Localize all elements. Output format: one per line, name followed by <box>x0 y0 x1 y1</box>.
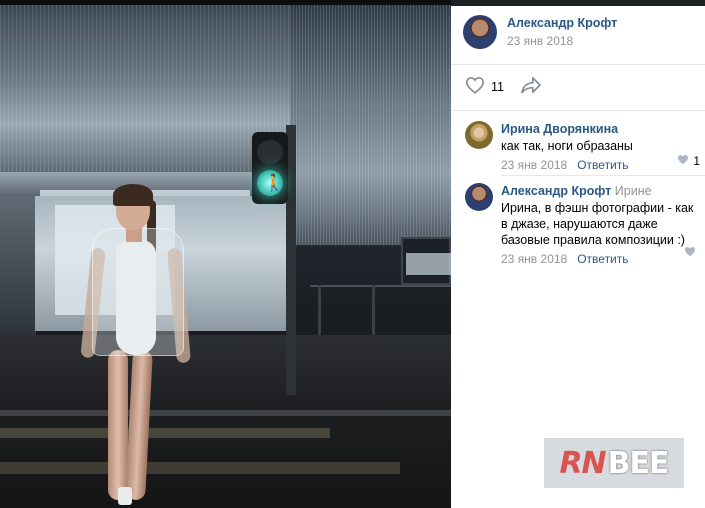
comment-meta: 23 янв 2018 Ответить <box>501 252 699 267</box>
heart-outline-icon <box>465 76 485 97</box>
post-sidebar: Александр Крофт 23 янв 2018 11 Ирина Дво… <box>451 0 705 508</box>
divider <box>451 64 705 65</box>
author-avatar[interactable] <box>463 15 497 49</box>
comment: Александр Крофт Ирине Ирина, в фэшн фото… <box>465 183 700 267</box>
photo-pillar <box>0 196 36 336</box>
model-leg <box>108 350 128 500</box>
post-photo[interactable]: 🚶 <box>0 0 451 508</box>
model-hair <box>113 184 153 206</box>
pedestrian-icon: 🚶 <box>264 175 284 192</box>
model-transparent-coat <box>92 228 184 356</box>
post-date[interactable]: 23 янв 2018 <box>507 33 617 49</box>
traffic-light-red-lamp <box>257 140 283 164</box>
watermark-part1: RN <box>559 445 606 481</box>
photo-curb <box>0 410 451 416</box>
author-name-link[interactable]: Александр Крофт <box>507 15 617 31</box>
comment-author-link[interactable]: Александр Крофт <box>501 184 611 198</box>
model-shoe <box>118 487 132 505</box>
heart-filled-icon <box>684 246 696 260</box>
watermark-logo: RN BEE <box>544 438 684 488</box>
like-count: 11 <box>491 79 504 94</box>
photo-street <box>0 335 451 508</box>
commenter-avatar[interactable] <box>465 183 493 211</box>
photo-sign-light <box>406 253 451 275</box>
commenter-avatar[interactable] <box>465 121 493 149</box>
reply-to-name[interactable]: Ирине <box>615 184 652 198</box>
share-arrow-icon <box>520 76 542 97</box>
comment: Ирина Дворянкина как так, ноги образаны … <box>465 121 700 173</box>
reply-link[interactable]: Ответить <box>577 158 628 173</box>
comment-like-count: 1 <box>693 154 700 168</box>
comment-like-button[interactable]: 1 <box>677 154 700 168</box>
post-author: Александр Крофт 23 янв 2018 <box>463 15 617 49</box>
photo-railing <box>310 285 451 287</box>
comment-date[interactable]: 23 янв 2018 <box>501 252 567 267</box>
divider <box>501 175 705 176</box>
photo-crosswalk-stripe <box>0 462 400 474</box>
comment-date[interactable]: 23 янв 2018 <box>501 158 567 173</box>
comment-text: как так, ноги образаны <box>501 139 633 153</box>
comment-author-link[interactable]: Ирина Дворянкина <box>501 121 699 137</box>
top-edge <box>451 0 705 6</box>
divider <box>451 110 705 111</box>
comment-text: Ирина, в фэшн фотографии - как в джазе, … <box>501 201 694 247</box>
comment-like-button[interactable] <box>684 246 700 260</box>
reply-link[interactable]: Ответить <box>577 252 628 267</box>
heart-filled-icon <box>677 154 689 168</box>
photo-crosswalk-stripe <box>0 428 330 438</box>
comment-meta: 23 янв 2018 Ответить <box>501 158 699 173</box>
photo-building-wall-right <box>290 5 451 245</box>
watermark-part2: BEE <box>607 445 670 481</box>
share-button[interactable] <box>520 76 542 97</box>
like-button[interactable]: 11 <box>465 76 504 97</box>
comment-author-line: Александр Крофт Ирине <box>501 183 699 199</box>
post-actions: 11 <box>465 76 542 97</box>
